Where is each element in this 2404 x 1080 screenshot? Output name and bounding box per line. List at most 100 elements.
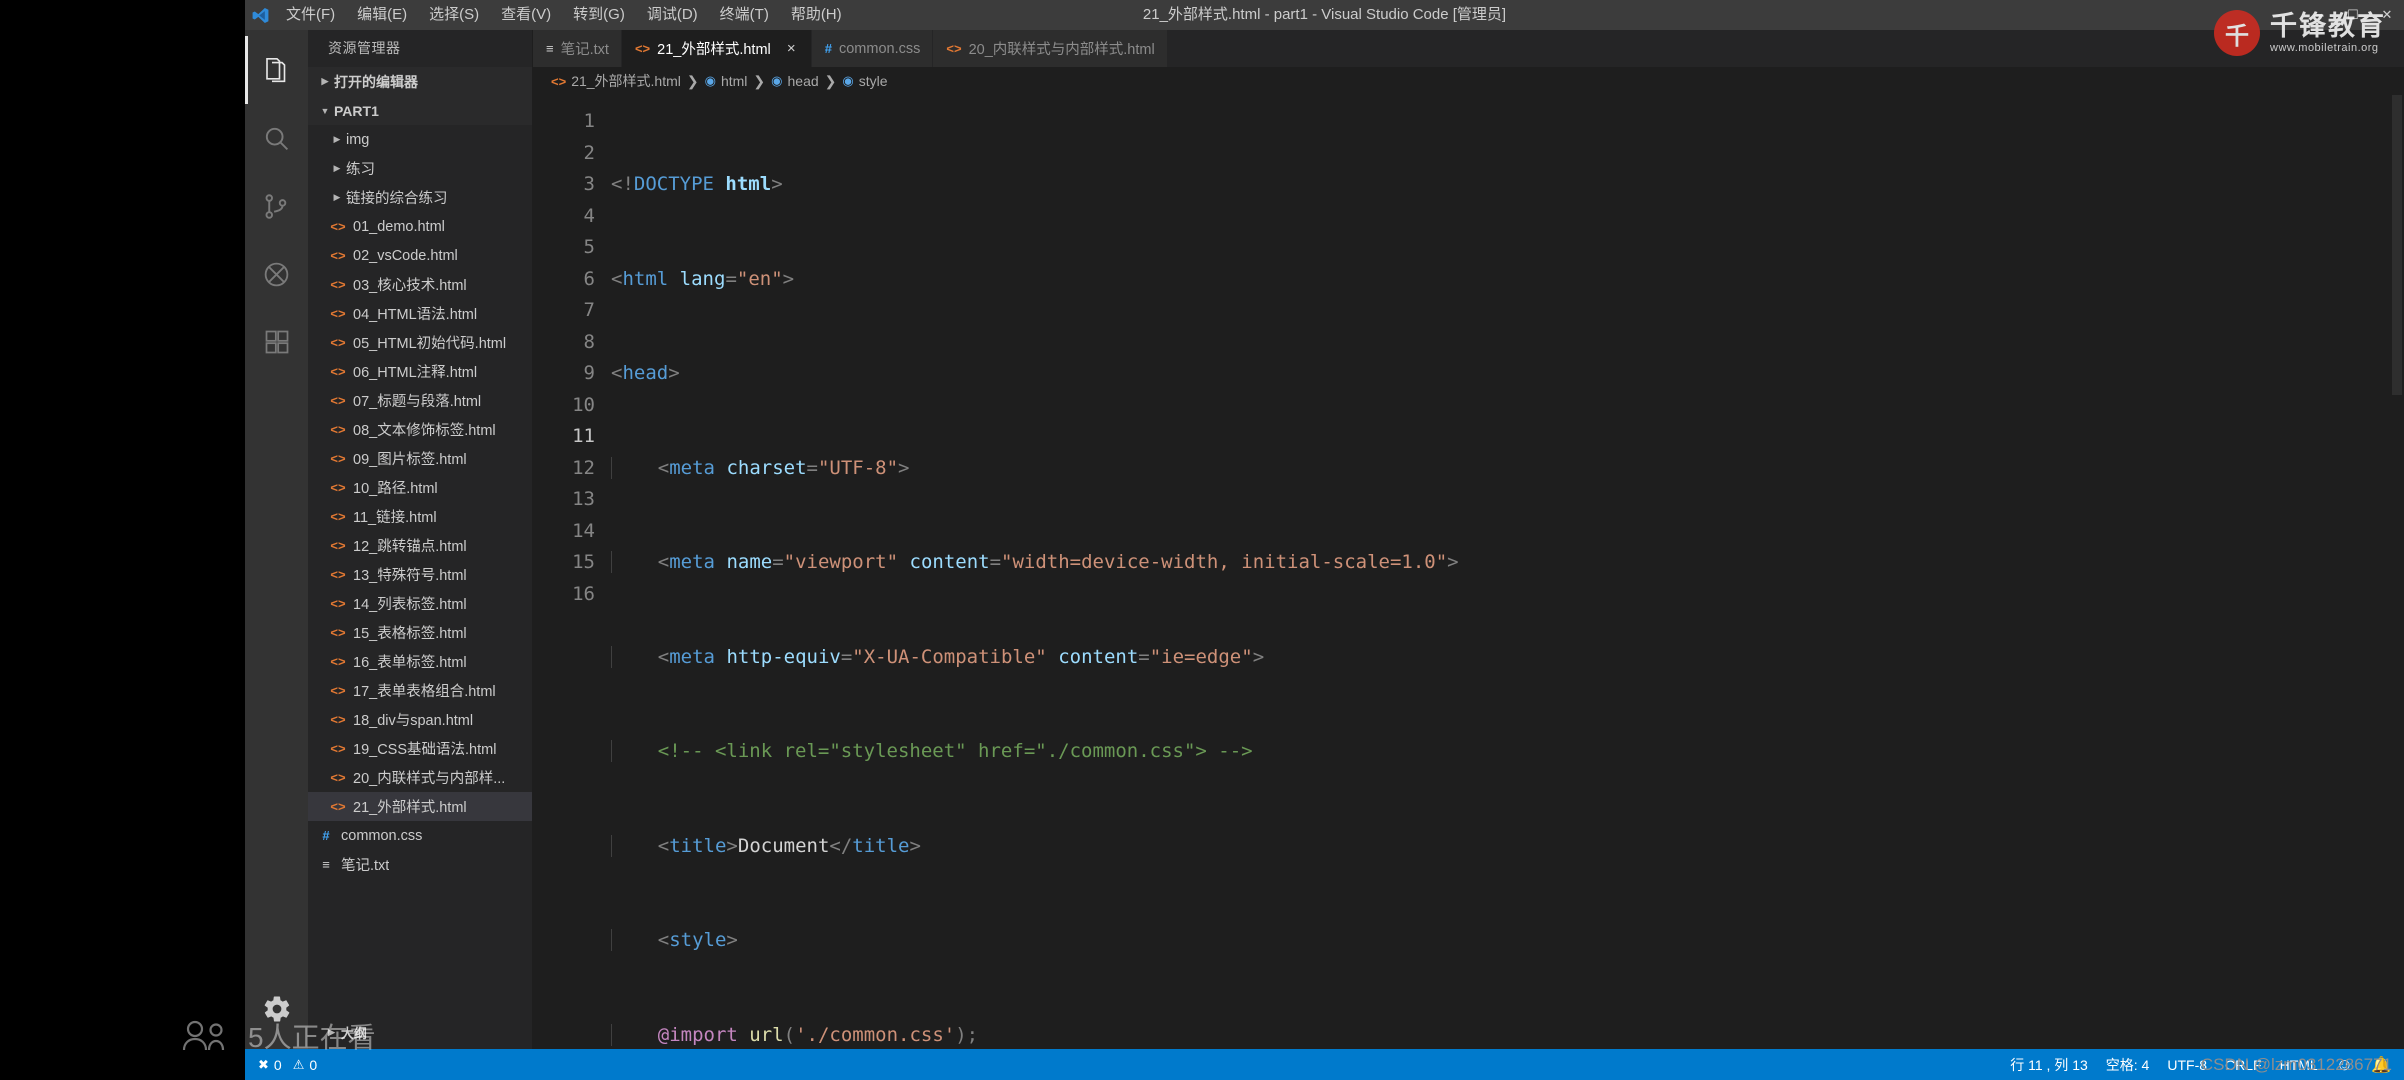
status-problems[interactable]: ✖ 0 ⚠ 0 [249, 1049, 326, 1080]
file-label: 笔记.txt [341, 858, 390, 874]
activity-source-control[interactable] [245, 172, 308, 240]
code-line[interactable]: @import url('./common.css'); [611, 1020, 2404, 1050]
tree-file[interactable]: <> 01_demo.html [308, 212, 532, 241]
file-label: 13_特殊符号.html [353, 568, 467, 584]
code-lines[interactable]: <!DOCTYPE html> <html lang="en"> <head> … [611, 95, 2404, 1049]
tree-file[interactable]: # common.css [308, 821, 532, 850]
menu-edit[interactable]: 编辑(E) [346, 0, 418, 30]
tree-file[interactable]: <> 19_CSS基础语法.html [308, 734, 532, 763]
code-line[interactable]: <head> [611, 358, 2404, 390]
css-file-icon: # [824, 41, 832, 56]
tab-bar[interactable]: ≡ 笔记.txt <> 21_外部样式.html × # common.css … [533, 30, 2404, 67]
tree-folder-lianxi[interactable]: ▶ 练习 [308, 154, 532, 183]
menu-bar[interactable]: 文件(F) 编辑(E) 选择(S) 查看(V) 转到(G) 调试(D) 终端(T… [275, 0, 853, 30]
tree-file[interactable]: <> 07_标题与段落.html [308, 386, 532, 415]
tree-open-editors[interactable]: ▶ 打开的编辑器 [308, 67, 532, 96]
tree-folder-link-exercises[interactable]: ▶ 链接的综合练习 [308, 183, 532, 212]
menu-file[interactable]: 文件(F) [275, 0, 346, 30]
html-file-icon: <> [330, 770, 346, 785]
breadcrumb-item-head[interactable]: ◉ head [771, 73, 819, 89]
tab-20-inline-internal-style[interactable]: <> 20_内联样式与内部样式.html [933, 30, 1168, 67]
tree-file[interactable]: <> 14_列表标签.html [308, 589, 532, 618]
activity-bar [245, 30, 308, 1049]
outline-section[interactable]: ▶ 大纲 [308, 1015, 532, 1049]
breadcrumb-item-file[interactable]: <> 21_外部样式.html [551, 71, 681, 91]
line-number: 14 [572, 519, 595, 542]
html-file-icon: <> [330, 799, 346, 814]
code-line[interactable]: <meta charset="UTF-8"> [611, 453, 2404, 485]
code-line[interactable]: <!DOCTYPE html> [611, 169, 2404, 201]
breadcrumb-item-html[interactable]: ◉ html [705, 73, 748, 89]
chevron-right-icon: ▶ [328, 1026, 335, 1037]
activity-manage[interactable] [245, 975, 308, 1043]
code-editor[interactable]: 1 2 3 4 5 6 7 8 9 10 11 12 13 14 15 16 <… [533, 95, 2404, 1049]
scrollbar-thumb[interactable] [2392, 95, 2402, 395]
vscode-window: 文件(F) 编辑(E) 选择(S) 查看(V) 转到(G) 调试(D) 终端(T… [245, 0, 2404, 1080]
tree-project-part1[interactable]: ▼ PART1 [308, 96, 532, 125]
tree-file[interactable]: <> 02_vsCode.html [308, 241, 532, 270]
activity-explorer[interactable] [245, 36, 308, 104]
file-label: 11_链接.html [353, 510, 437, 526]
breadcrumb-item-style[interactable]: ◉ style [842, 73, 887, 89]
file-tree[interactable]: ▶ 打开的编辑器 ▼ PART1 ▶ img ▶ 练习 ▶ 链接的综合练习 <>… [308, 67, 532, 1015]
line-number: 4 [583, 204, 595, 227]
tab-notes-txt[interactable]: ≡ 笔记.txt [533, 30, 622, 67]
tree-file[interactable]: <> 03_核心技术.html [308, 270, 532, 299]
code-line[interactable]: <!-- <link rel="stylesheet" href="./comm… [611, 736, 2404, 768]
breadcrumb[interactable]: <> 21_外部样式.html ❯ ◉ html ❯ ◉ head ❯ ◉ st… [533, 67, 2404, 95]
menu-go[interactable]: 转到(G) [562, 0, 636, 30]
menu-help[interactable]: 帮助(H) [780, 0, 853, 30]
tree-file[interactable]: <> 13_特殊符号.html [308, 560, 532, 589]
tree-file[interactable]: ≡ 笔记.txt [308, 850, 532, 879]
tree-file[interactable]: <> 04_HTML语法.html [308, 299, 532, 328]
tree-file[interactable]: <> 16_表单标签.html [308, 647, 532, 676]
menu-view[interactable]: 查看(V) [490, 0, 562, 30]
tree-file[interactable]: <> 11_链接.html [308, 502, 532, 531]
tree-file[interactable]: <> 18_div与span.html [308, 705, 532, 734]
editor-scrollbar[interactable] [2390, 95, 2404, 1049]
tree-file[interactable]: <> 15_表格标签.html [308, 618, 532, 647]
code-line[interactable]: <meta http-equiv="X-UA-Compatible" conte… [611, 642, 2404, 674]
tree-folder-img[interactable]: ▶ img [308, 125, 532, 154]
tag-icon: ◉ [704, 73, 716, 88]
activity-extensions[interactable] [245, 308, 308, 376]
line-number: 1 [583, 110, 595, 132]
tree-file[interactable]: <> 08_文本修饰标签.html [308, 415, 532, 444]
activity-search[interactable] [245, 104, 308, 172]
file-label: 17_表单表格组合.html [353, 684, 496, 700]
tab-common-css[interactable]: # common.css [811, 30, 934, 67]
tree-file[interactable]: <> 06_HTML注释.html [308, 357, 532, 386]
tree-file[interactable]: <> 20_内联样式与内部样... [308, 763, 532, 792]
status-bar: ✖ 0 ⚠ 0 行 11 , 列 13 空格: 4 UTF-8 CRLF HTM… [245, 1049, 2404, 1080]
html-file-icon: <> [634, 41, 651, 56]
chevron-right-icon: ▶ [333, 134, 341, 144]
code-line[interactable]: <html lang="en"> [611, 264, 2404, 296]
menu-debug[interactable]: 调试(D) [636, 0, 709, 30]
open-editors-label: 打开的编辑器 [334, 73, 418, 90]
tree-file[interactable]: <> 12_跳转锚点.html [308, 531, 532, 560]
tree-file[interactable]: <> 09_图片标签.html [308, 444, 532, 473]
code-line[interactable]: <meta name="viewport" content="width=dev… [611, 547, 2404, 579]
explorer-sidebar: 资源管理器 ▶ 打开的编辑器 ▼ PART1 ▶ img ▶ 练习 ▶ 链接的综… [308, 30, 533, 1049]
brand-url: www.mobiletrain.org [2270, 41, 2379, 54]
code-line[interactable]: <style> [611, 925, 2404, 957]
tab-close-icon[interactable]: × [784, 40, 799, 57]
code-line[interactable]: <title>Document</title> [611, 831, 2404, 863]
status-indentation[interactable]: 空格: 4 [2097, 1049, 2159, 1080]
tree-file[interactable]: <> 05_HTML初始代码.html [308, 328, 532, 357]
html-file-icon: <> [330, 509, 346, 524]
brand-text: 千锋教育 www.mobiletrain.org [2270, 11, 2386, 54]
menu-terminal[interactable]: 终端(T) [709, 0, 780, 30]
tree-file[interactable]: <> 17_表单表格组合.html [308, 676, 532, 705]
html-file-icon: <> [330, 654, 346, 669]
menu-selection[interactable]: 选择(S) [418, 0, 490, 30]
activity-debug[interactable] [245, 240, 308, 308]
tree-file[interactable]: <> 10_路径.html [308, 473, 532, 502]
breadcrumb-label: html [720, 73, 748, 89]
status-cursor-position[interactable]: 行 11 , 列 13 [2001, 1049, 2097, 1080]
tree-file-selected[interactable]: <> 21_外部样式.html [308, 792, 532, 821]
tab-21-external-style[interactable]: <> 21_外部样式.html × [621, 30, 812, 67]
chevron-down-icon: ▼ [320, 105, 330, 116]
line-number-current: 11 [572, 425, 595, 447]
line-number: 15 [572, 551, 595, 573]
